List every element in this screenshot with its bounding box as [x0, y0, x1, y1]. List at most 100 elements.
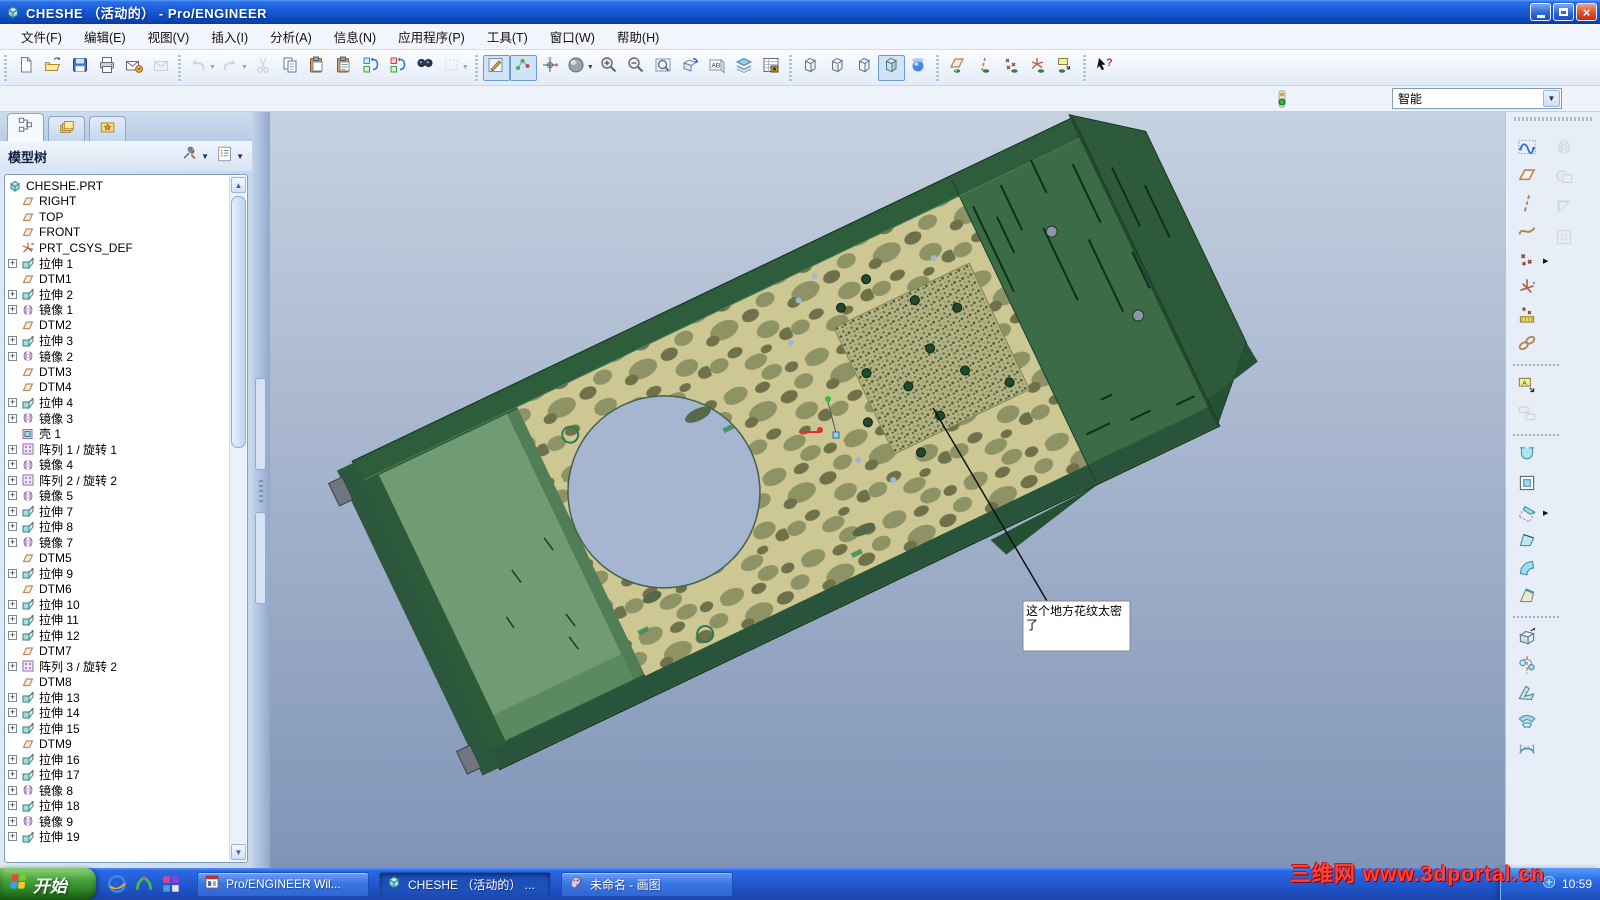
expander-icon[interactable]: + — [8, 801, 17, 811]
paste-special-button[interactable] — [331, 55, 358, 81]
close-button[interactable]: × — [1576, 3, 1597, 21]
boundary-blend-tool-button[interactable] — [1513, 738, 1540, 764]
redo-button[interactable]: ▼ — [218, 55, 250, 81]
tree-item[interactable]: + 拉伸 18 — [8, 798, 229, 814]
tree-item[interactable]: + 镜像 3 — [8, 411, 229, 427]
saved-views-button[interactable]: AB — [704, 55, 731, 81]
tree-item[interactable]: + 阵列 2 / 旋转 2 — [8, 473, 229, 489]
plane-display-button[interactable] — [944, 55, 971, 81]
expander-icon[interactable]: + — [8, 568, 17, 578]
blend-tool-button[interactable] — [1513, 710, 1540, 736]
menu-item-3[interactable]: 插入(I) — [200, 23, 259, 50]
cut-button[interactable] — [250, 55, 277, 81]
reorient-button[interactable] — [677, 55, 704, 81]
hole-tool-button[interactable] — [1513, 444, 1540, 470]
tree-item[interactable]: + 拉伸 7 — [8, 504, 229, 520]
tree-item[interactable]: + 镜像 5 — [8, 488, 229, 504]
tree-item[interactable]: DTM5 — [8, 550, 229, 566]
selection-filter-dropdown[interactable]: 智能 ▼ — [1392, 88, 1562, 109]
tree-item[interactable]: PRT_CSYS_DEF — [8, 240, 229, 256]
expander-icon[interactable]: + — [8, 599, 17, 609]
tree-columns-button[interactable]: ▼ — [216, 145, 244, 168]
expander-icon[interactable]: + — [8, 537, 17, 547]
chevron-down-icon[interactable]: ▼ — [587, 64, 594, 71]
shell-tool-button[interactable] — [1513, 472, 1540, 498]
tree-item[interactable]: + 拉伸 3 — [8, 333, 229, 349]
toolbar-handle[interactable] — [934, 54, 941, 81]
menu-item-9[interactable]: 帮助(H) — [606, 23, 670, 50]
axis-tool-button[interactable] — [1513, 192, 1540, 218]
shading-button[interactable]: ▼ — [564, 55, 596, 81]
menu-item-5[interactable]: 信息(N) — [323, 23, 387, 50]
point-tool-button[interactable] — [1513, 248, 1540, 274]
toolbar-handle[interactable] — [1514, 117, 1592, 121]
select-by-menu-button[interactable]: ▼ — [439, 55, 471, 81]
start-button[interactable]: 开始 — [0, 868, 96, 900]
tree-item[interactable]: + 拉伸 1 — [8, 256, 229, 272]
tree-item[interactable]: + 拉伸 17 — [8, 767, 229, 783]
expander-icon[interactable]: + — [8, 832, 17, 842]
merge-tool-button[interactable] — [1550, 166, 1577, 192]
send-email-button[interactable] — [120, 55, 147, 81]
tree-item[interactable]: + 阵列 1 / 旋转 1 — [8, 442, 229, 458]
zoom-in-button[interactable] — [596, 55, 623, 81]
expander-icon[interactable]: + — [8, 522, 17, 532]
spin-center-button[interactable] — [537, 55, 564, 81]
realism-button[interactable] — [905, 55, 932, 81]
toolbar-handle[interactable] — [1081, 54, 1088, 81]
expander-icon[interactable]: + — [8, 258, 17, 268]
expander-icon[interactable]: + — [8, 413, 17, 423]
grid-icon[interactable] — [160, 873, 182, 895]
no-hidden-button[interactable] — [851, 55, 878, 81]
tree-item[interactable]: + 镜像 9 — [8, 814, 229, 830]
navigator-tab-folder-browser-tab[interactable] — [48, 116, 85, 141]
axis-display-button[interactable] — [971, 55, 998, 81]
revolve-tool-button[interactable] — [1513, 654, 1540, 680]
curve-tool-button[interactable] — [1513, 220, 1540, 246]
layers-button[interactable] — [731, 55, 758, 81]
minimize-button[interactable] — [1530, 3, 1551, 21]
tree-item[interactable]: + 拉伸 11 — [8, 612, 229, 628]
expander-icon[interactable]: + — [8, 816, 17, 826]
tree-item[interactable]: CHESHE.PRT — [8, 178, 229, 194]
tree-item[interactable]: + 镜像 8 — [8, 783, 229, 799]
print-button[interactable] — [93, 55, 120, 81]
chevron-down-icon[interactable]: ▼ — [241, 64, 248, 71]
expander-icon[interactable]: + — [8, 305, 17, 315]
copy-button[interactable] — [277, 55, 304, 81]
csys-tool-button[interactable] — [1513, 276, 1540, 302]
undo-button[interactable]: ▼ — [186, 55, 218, 81]
annotation-note[interactable]: 这个地方花纹太密 了 — [1022, 600, 1131, 652]
chamfer-tool-button[interactable] — [1513, 584, 1540, 610]
style-tool-button[interactable] — [1513, 136, 1540, 162]
hidden-line-button[interactable] — [824, 55, 851, 81]
round-tool-button[interactable] — [1513, 556, 1540, 582]
mail-link-button[interactable] — [147, 55, 174, 81]
splitter-collapse-button[interactable] — [255, 512, 266, 604]
flyout-arrow-icon[interactable]: ▶ — [1543, 509, 1548, 517]
open-button[interactable] — [39, 55, 66, 81]
tree-item[interactable]: + 拉伸 13 — [8, 690, 229, 706]
note-tool-button[interactable] — [1513, 402, 1540, 428]
tree-item[interactable]: + 拉伸 14 — [8, 705, 229, 721]
custom-regenerate-button[interactable] — [385, 55, 412, 81]
trim-tool-button[interactable] — [1550, 196, 1577, 222]
taskbar-task-1[interactable]: CHESHE （活动的） ... — [379, 871, 551, 897]
menu-item-7[interactable]: 工具(T) — [476, 23, 539, 50]
wireframe-button[interactable] — [797, 55, 824, 81]
mirror-tool-button[interactable] — [1550, 136, 1577, 162]
scroll-thumb[interactable] — [231, 196, 246, 448]
tree-item[interactable]: RIGHT — [8, 194, 229, 210]
tree-item[interactable]: + 拉伸 2 — [8, 287, 229, 303]
tree-item[interactable]: FRONT — [8, 225, 229, 241]
point-display-button[interactable] — [998, 55, 1025, 81]
expander-icon[interactable]: + — [8, 289, 17, 299]
tree-item[interactable]: DTM8 — [8, 674, 229, 690]
zoom-out-button[interactable] — [623, 55, 650, 81]
expander-icon[interactable]: + — [8, 723, 17, 733]
expander-icon[interactable]: + — [8, 460, 17, 470]
tree-item[interactable]: DTM6 — [8, 581, 229, 597]
save-button[interactable] — [66, 55, 93, 81]
ref-tool-button[interactable] — [1513, 332, 1540, 358]
tree-item[interactable]: + 拉伸 15 — [8, 721, 229, 737]
